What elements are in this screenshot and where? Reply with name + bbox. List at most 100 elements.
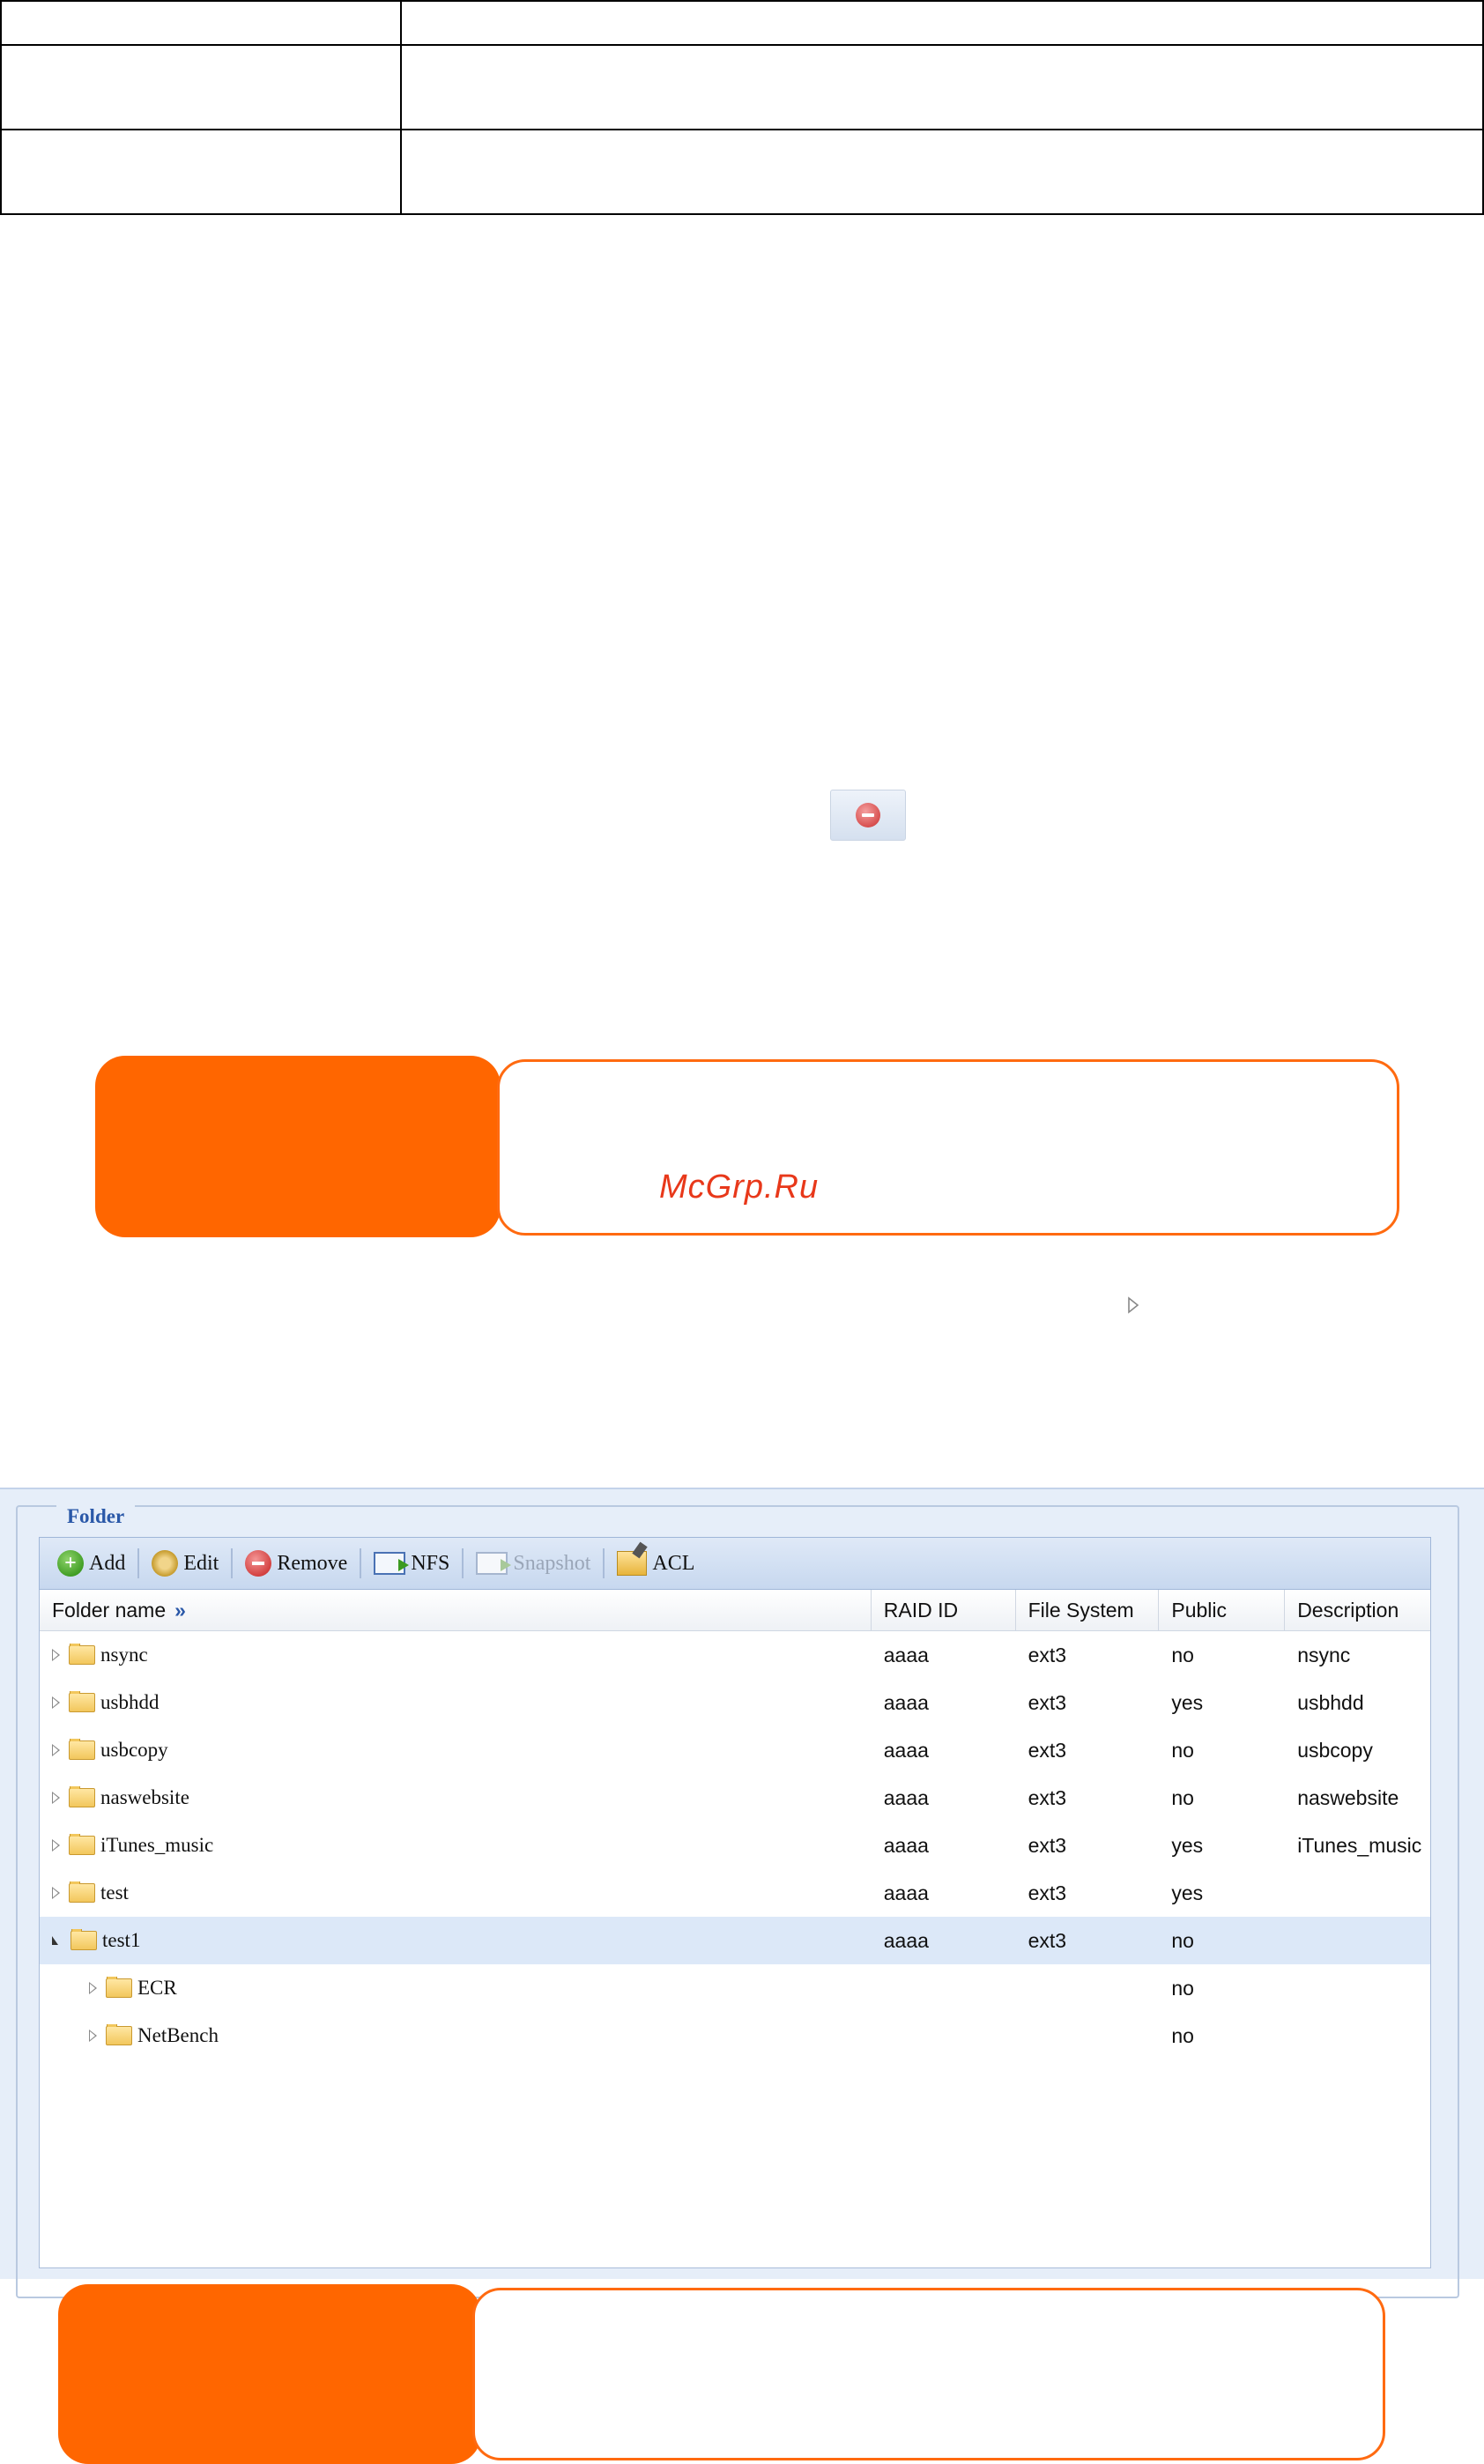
edit-button[interactable]: Edit	[146, 1544, 224, 1583]
table-cell	[400, 0, 1484, 46]
note-label-box	[58, 2284, 481, 2464]
folder-icon	[69, 1786, 95, 1807]
nfs-icon	[374, 1552, 410, 1575]
remove-label: Remove	[277, 1551, 348, 1575]
snapshot-label: Snapshot	[513, 1551, 591, 1575]
acl-label: ACL	[652, 1551, 695, 1575]
folder-name: test1	[102, 1929, 141, 1951]
column-raid-id[interactable]: RAID ID	[872, 1590, 1016, 1630]
gear-icon	[152, 1550, 179, 1577]
expand-toggle-icon[interactable]	[52, 1887, 60, 1899]
file-system-cell: ext3	[1028, 1785, 1067, 1809]
expand-toggle-icon[interactable]	[89, 1982, 97, 1994]
add-icon: +	[57, 1550, 84, 1577]
nfs-button[interactable]: NFS	[368, 1544, 455, 1583]
folder-name: nsync	[100, 1644, 148, 1666]
toolbar-separator	[603, 1548, 605, 1578]
column-file-system[interactable]: File System	[1016, 1590, 1160, 1630]
description-cell: nsync	[1297, 1643, 1351, 1666]
expand-toggle-icon[interactable]	[89, 2030, 97, 2042]
raid-id-cell: aaaa	[883, 1928, 929, 1952]
toolbar-separator	[360, 1548, 362, 1578]
note-body-box	[497, 1059, 1399, 1236]
folder-icon	[106, 2024, 132, 2045]
public-cell: no	[1171, 1928, 1194, 1952]
file-system-cell: ext3	[1028, 1643, 1067, 1666]
table-row[interactable]: iTunes_music aaaa ext3 yes iTunes_music	[40, 1822, 1430, 1869]
table-cell	[400, 129, 1484, 215]
table-row[interactable]: NetBench no	[40, 2012, 1430, 2060]
table-cell	[400, 44, 1484, 130]
toolbar-separator	[137, 1548, 140, 1578]
expand-arrow-icon	[1128, 1296, 1139, 1314]
acl-icon	[617, 1551, 648, 1576]
file-system-cell: ext3	[1028, 1881, 1067, 1904]
column-public[interactable]: Public	[1159, 1590, 1286, 1630]
folder-name: ECR	[137, 1977, 177, 1999]
description-cell: naswebsite	[1297, 1785, 1399, 1809]
collapse-toggle-icon[interactable]	[52, 1936, 58, 1945]
folder-name: naswebsite	[100, 1786, 189, 1808]
raid-id-cell: aaaa	[883, 1881, 929, 1904]
table-row[interactable]: usbcopy aaaa ext3 no usbcopy	[40, 1726, 1430, 1774]
fieldset-legend: Folder	[56, 1505, 136, 1528]
remove-icon	[245, 1550, 272, 1577]
raid-id-cell: aaaa	[883, 1643, 929, 1666]
public-cell: no	[1171, 1785, 1194, 1809]
nfs-label: NFS	[411, 1551, 450, 1575]
folder-icon	[69, 1691, 95, 1712]
column-folder-name[interactable]: Folder name »	[40, 1590, 872, 1630]
public-cell: yes	[1171, 1833, 1204, 1857]
note-body-box	[472, 2288, 1385, 2460]
top-table	[0, 0, 1484, 215]
public-cell: no	[1171, 1643, 1194, 1666]
table-row-selected[interactable]: test1 aaaa ext3 no	[40, 1917, 1430, 1964]
folder-grid: Folder name » RAID ID File System Public…	[39, 1590, 1431, 2268]
folder-icon	[69, 1881, 95, 1903]
remove-button[interactable]: Remove	[240, 1544, 352, 1583]
expand-toggle-icon[interactable]	[52, 1649, 60, 1661]
file-system-cell: ext3	[1028, 1833, 1067, 1857]
table-row[interactable]: test aaaa ext3 yes	[40, 1869, 1430, 1917]
table-cell	[0, 0, 402, 46]
remove-icon	[830, 790, 906, 841]
raid-id-cell: aaaa	[883, 1833, 929, 1857]
folder-toolbar: + Add Edit Remove NFS Snapshot ACL	[39, 1537, 1431, 1590]
folder-icon	[106, 1977, 132, 1998]
folder-icon	[69, 1739, 95, 1760]
file-system-cell: ext3	[1028, 1928, 1067, 1952]
expand-toggle-icon[interactable]	[52, 1744, 60, 1756]
expand-toggle-icon[interactable]	[52, 1792, 60, 1804]
folder-open-icon	[70, 1929, 97, 1950]
description-cell: usbhdd	[1297, 1690, 1364, 1714]
table-row[interactable]: nsync aaaa ext3 no nsync	[40, 1631, 1430, 1679]
folder-name: usbhdd	[100, 1691, 160, 1713]
raid-id-cell: aaaa	[883, 1690, 929, 1714]
toolbar-separator	[231, 1548, 234, 1578]
watermark: McGrp.Ru	[659, 1169, 820, 1206]
expand-toggle-icon[interactable]	[52, 1839, 60, 1852]
expand-toggle-icon[interactable]	[52, 1696, 60, 1709]
public-cell: yes	[1171, 1690, 1204, 1714]
table-row[interactable]: naswebsite aaaa ext3 no naswebsite	[40, 1774, 1430, 1822]
add-button[interactable]: + Add	[52, 1544, 130, 1583]
folder-panel: Folder + Add Edit Remove NFS Snapshot AC…	[0, 1488, 1484, 2298]
folder-name: iTunes_music	[100, 1834, 214, 1856]
column-label: Folder name	[52, 1598, 167, 1622]
snapshot-button[interactable]: Snapshot	[471, 1544, 596, 1583]
add-label: Add	[89, 1551, 126, 1575]
folder-icon	[69, 1834, 95, 1855]
table-row[interactable]: ECR no	[40, 1964, 1430, 2012]
description-cell: iTunes_music	[1297, 1833, 1422, 1857]
folder-name: test	[100, 1881, 129, 1904]
edit-label: Edit	[183, 1551, 219, 1575]
folder-name: usbcopy	[100, 1739, 168, 1761]
folder-icon	[69, 1644, 95, 1665]
raid-id-cell: aaaa	[883, 1785, 929, 1809]
table-row[interactable]: usbhdd aaaa ext3 yes usbhdd	[40, 1679, 1430, 1726]
file-system-cell: ext3	[1028, 1690, 1067, 1714]
acl-button[interactable]: ACL	[612, 1544, 700, 1583]
expand-columns-icon[interactable]: »	[174, 1599, 186, 1622]
column-description[interactable]: Description	[1285, 1590, 1430, 1630]
grid-header: Folder name » RAID ID File System Public…	[40, 1590, 1430, 1631]
